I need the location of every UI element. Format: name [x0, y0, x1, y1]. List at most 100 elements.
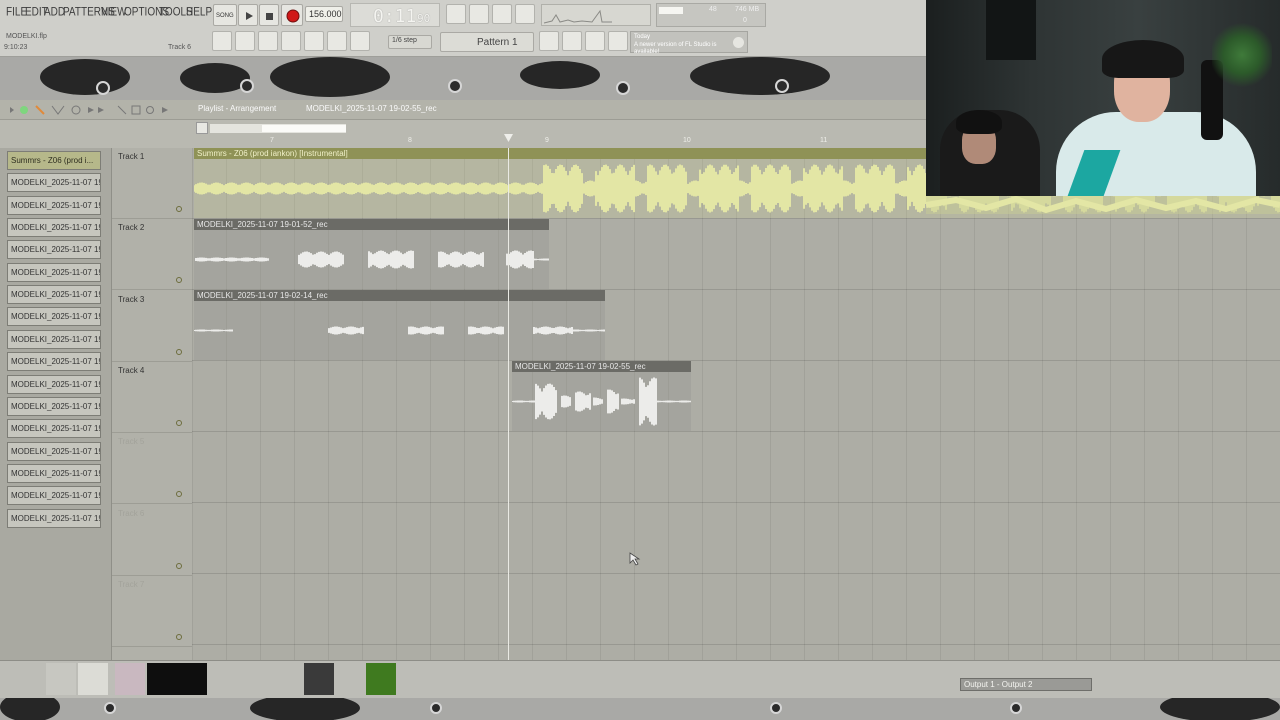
track-header[interactable]: Track 6: [112, 505, 192, 576]
track-mute-led-icon[interactable]: [176, 206, 182, 212]
tool-pad-4[interactable]: [515, 4, 535, 24]
picker-item-rec[interactable]: MODELKI_2025-11-07 19...: [7, 195, 101, 215]
ruler-bar-number: 11: [820, 137, 828, 144]
menu-item-file[interactable]: FILE: [6, 6, 27, 19]
track-name: Track 3: [118, 294, 145, 304]
menu-item-view[interactable]: VIEW: [101, 6, 127, 19]
track-mute-led-icon[interactable]: [176, 348, 182, 355]
track-mute-led-icon[interactable]: [176, 491, 182, 498]
picker-item-rec[interactable]: MODELKI_2025-11-07 19...: [7, 329, 101, 349]
picker-item-rec[interactable]: MODELKI_2025-11-07 19...: [7, 307, 101, 327]
play-icon: [246, 12, 253, 20]
picker-item-song[interactable]: Summrs - Z06 (prod i...: [7, 151, 101, 170]
stop-button[interactable]: [259, 4, 279, 26]
record-icon: [286, 9, 300, 23]
track-mute-led-icon[interactable]: [176, 633, 182, 640]
picker-item-rec[interactable]: MODELKI_2025-11-07 19...: [7, 463, 101, 483]
channel-slot-5[interactable]: [304, 663, 334, 695]
track-header[interactable]: Track 3: [112, 291, 192, 362]
track-name: Track 5: [118, 437, 145, 447]
playlist-tools-icons[interactable]: [8, 104, 178, 116]
picker-item-rec[interactable]: MODELKI_2025-11-07 19...: [7, 240, 101, 260]
track-header[interactable]: Track 5: [112, 433, 192, 505]
channel-slot-1[interactable]: [46, 663, 76, 695]
play-button[interactable]: [238, 4, 258, 26]
track-headers: Track 1 Track 2 Track 3 Track 4 Track 5 Track…: [112, 148, 192, 660]
channel-slot-2[interactable]: [78, 663, 108, 695]
output-selector[interactable]: Output 1 - Output 2: [960, 678, 1092, 691]
time-value: 0:11: [373, 6, 417, 27]
playhead-marker-icon[interactable]: [504, 134, 513, 142]
channel-slot-6[interactable]: [366, 663, 396, 695]
track-header[interactable]: Track 4: [112, 362, 192, 433]
notification-day: Today: [634, 34, 651, 40]
menu-item-add[interactable]: ADD: [44, 6, 65, 19]
menu-item-help[interactable]: HELP: [186, 6, 212, 19]
scroll-left-button[interactable]: [196, 122, 208, 134]
rec-clip-1[interactable]: MODELKI_2025-11-07 19-01-52_rec: [194, 219, 549, 289]
channel-slot-4[interactable]: [147, 663, 207, 695]
picker-item-rec[interactable]: MODELKI_2025-11-07 19...: [7, 441, 101, 461]
track-header[interactable]: Track 2: [112, 219, 192, 291]
rec-clip-3[interactable]: MODELKI_2025-11-07 19-02-55_rec: [512, 361, 691, 431]
song-mode-button[interactable]: SONG: [213, 4, 237, 26]
pattern-tool-5[interactable]: [304, 31, 324, 51]
playlist-current-clip: MODELKI_2025-11-07 19-02-55_rec: [306, 104, 437, 113]
picker-item-rec[interactable]: MODELKI_2025-11-07 19...: [7, 218, 101, 238]
snap-selector[interactable]: 1/6 step: [388, 35, 432, 49]
track-name: Track 7: [118, 579, 145, 589]
oscilloscope: [541, 4, 651, 26]
pattern-tool-4[interactable]: [281, 31, 301, 51]
playlist-title: Playlist - Arrangement: [198, 104, 277, 113]
fl-studio-window: FILE EDIT ADD PATTERNS VIEW OPTIONS TOOLS HELP …: [0, 0, 1280, 720]
cpu-value: 0: [743, 17, 747, 24]
track-header[interactable]: Track 1: [112, 148, 192, 219]
pattern-tool-2[interactable]: [235, 31, 255, 51]
rec-clip-3-waveform: [512, 377, 691, 426]
pattern-tool-7[interactable]: [350, 31, 370, 51]
record-button[interactable]: [281, 4, 303, 26]
tool-pad-1[interactable]: [446, 4, 466, 24]
top-bar: FILE EDIT ADD PATTERNS VIEW OPTIONS TOOLS HELP …: [0, 0, 926, 57]
picker-item-rec[interactable]: MODELKI_2025-11-07 19...: [7, 419, 101, 439]
track-mute-led-icon[interactable]: [176, 419, 182, 426]
picker-item-rec[interactable]: MODELKI_2025-11-07 19...: [7, 262, 101, 282]
cpu-meter-bar: [659, 7, 683, 14]
view-tool-2[interactable]: [562, 31, 582, 51]
rec-clip-2[interactable]: MODELKI_2025-11-07 19-02-14_rec: [194, 290, 605, 360]
picker-item-rec[interactable]: MODELKI_2025-11-07 19...: [7, 352, 101, 372]
pattern-tool-3[interactable]: [258, 31, 278, 51]
picker-item-rec[interactable]: MODELKI_2025-11-07 19...: [7, 374, 101, 394]
horizontal-scrollbar[interactable]: [210, 124, 346, 133]
pattern-tool-1[interactable]: [212, 31, 232, 51]
rec-clip-3-title: MODELKI_2025-11-07 19-02-55_rec: [512, 361, 691, 372]
picker-item-rec[interactable]: MODELKI_2025-11-07 19...: [7, 173, 101, 193]
track-mute-led-icon[interactable]: [176, 562, 182, 569]
track-mute-led-icon[interactable]: [176, 277, 182, 284]
memory-usage: 746 MB: [735, 6, 760, 13]
track-name: Track 4: [118, 365, 145, 375]
tempo-field[interactable]: 156.000: [305, 6, 343, 22]
picker-item-rec[interactable]: MODELKI_2025-11-07 19...: [7, 285, 101, 305]
arrangement-grid[interactable]: Summrs - Z06 (prod iankon) [Instrumental…: [192, 148, 1280, 660]
pattern-selector[interactable]: Pattern 1: [440, 32, 534, 52]
view-tool-3[interactable]: [585, 31, 605, 51]
tool-pad-2[interactable]: [469, 4, 489, 24]
snap-value: 1/6 step: [392, 37, 417, 44]
bottom-panel: Output 1 - Output 2: [0, 660, 1280, 698]
ruler-bar-number: 9: [545, 137, 549, 144]
track-header[interactable]: Track 7: [112, 576, 192, 647]
oscilloscope-wave-icon: [543, 9, 612, 24]
scrollbar-thumb[interactable]: [262, 125, 346, 132]
picker-item-rec[interactable]: MODELKI_2025-11-07 19...: [7, 486, 101, 506]
output-label: Output 1 - Output 2: [964, 680, 1033, 689]
pattern-tool-6[interactable]: [327, 31, 347, 51]
time-display: 0:11 90: [350, 3, 440, 27]
view-tool-1[interactable]: [539, 31, 559, 51]
picker-item-rec[interactable]: MODELKI_2025-11-07 19...: [7, 396, 101, 416]
picker-item-rec[interactable]: MODELKI_2025-11-07 19...: [7, 508, 101, 528]
tool-pad-3[interactable]: [492, 4, 512, 24]
view-tool-4[interactable]: [608, 31, 628, 51]
channel-slot-3[interactable]: [115, 663, 145, 695]
update-notification[interactable]: Today A newer version of FL Studio is av…: [630, 31, 748, 55]
